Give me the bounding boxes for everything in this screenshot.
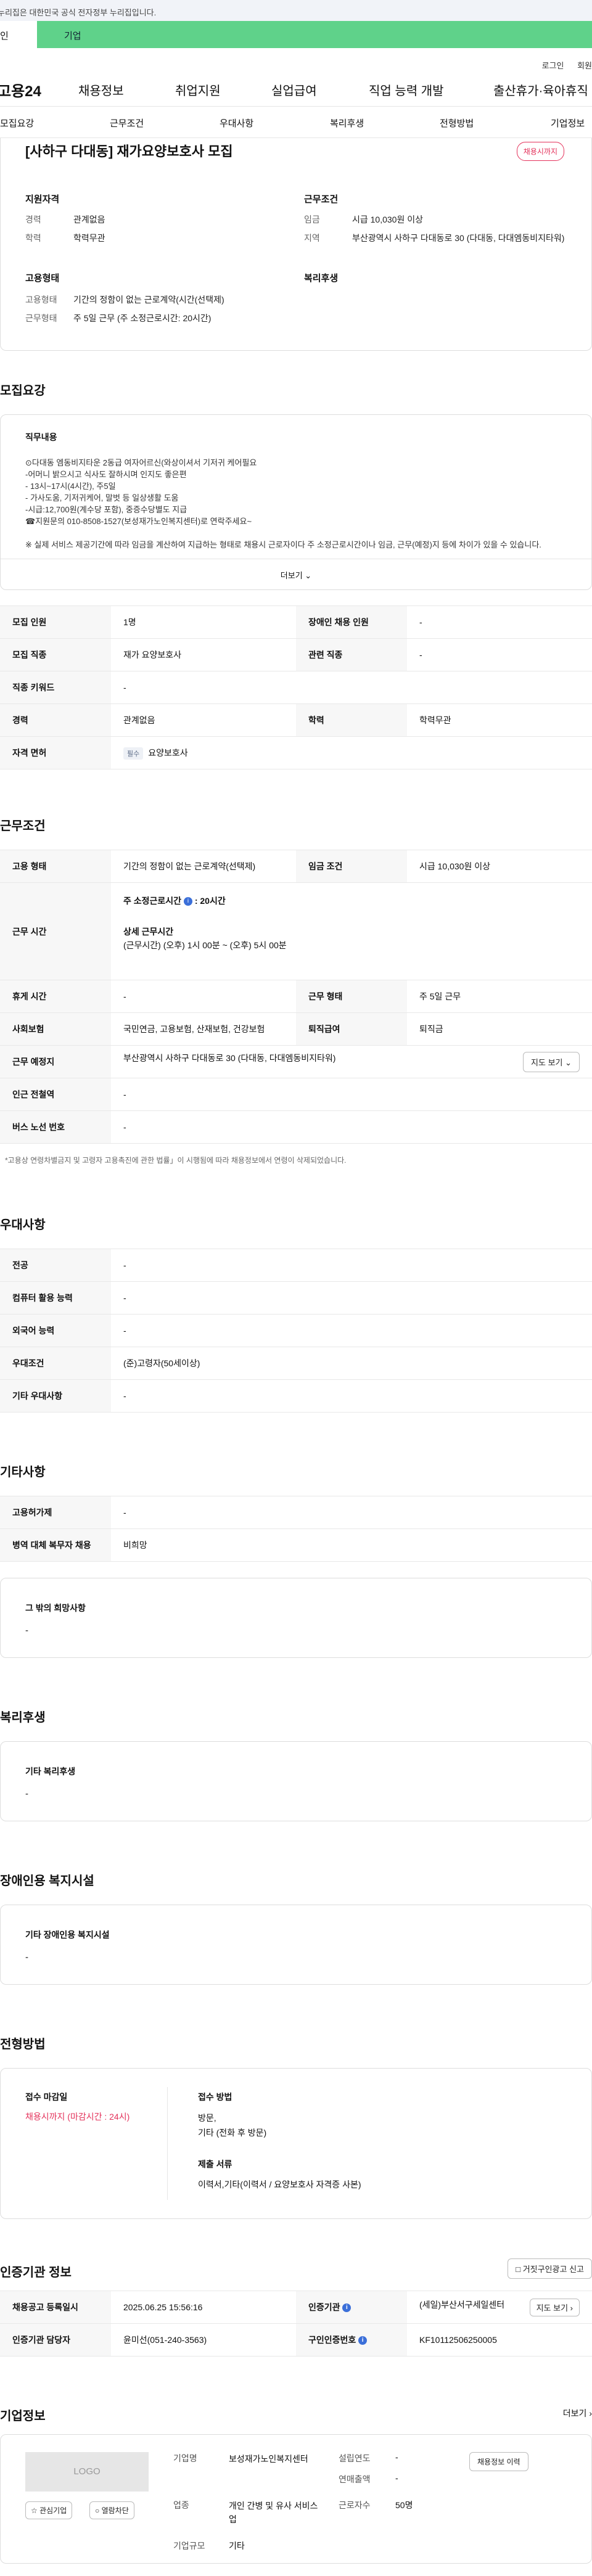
login-link[interactable]: 로그인	[542, 61, 564, 70]
user-type-tabs: 인 기업	[0, 21, 592, 48]
table-row: 기타 우대사항 -	[0, 1379, 592, 1413]
gov-notice-strip: 누리집은 대한민국 공식 전자정부 누리집입니다.	[0, 0, 592, 21]
selection-card: 접수 마감일 채용시까지 (마감시간 : 24시) 접수 방법 방문, 기타 (전…	[0, 2068, 592, 2219]
duty-content: ⊙다대동 엠동비지타운 2동급 여자어르신(와상이셔서 기저귀 케어필요 -어머…	[25, 458, 541, 549]
map-button[interactable]: 지도 보기 ⌄	[523, 1051, 580, 1072]
job-summary-card: [사하구 다대동] 재가요양보호사 모집 채용시까지 지원자격 경력 관계없음 학…	[0, 138, 592, 351]
gnb-item-unemployment[interactable]: 실업급여	[271, 81, 317, 99]
recruit-section-title: 모집요강	[0, 384, 46, 398]
report-button[interactable]: □ 거짓구인광고 신고	[508, 2258, 592, 2279]
gnb-item-parental-leave[interactable]: 출산휴가·육아휴직	[493, 81, 588, 99]
info-icon[interactable]: i	[342, 2303, 352, 2313]
disabled-card: 기타 장애인용 복지시설 -	[0, 1905, 592, 1985]
recruit-table: 모집 인원 1명 장애인 채용 인원 - 모집 직종 재가 요양보호사 관련 직종 - 직종…	[0, 605, 592, 769]
tab-company[interactable]: 기업	[37, 21, 592, 48]
global-nav: 고용24 채용정보 취업지원 실업급여 직업 능력 개발 출산휴가·육아휴직	[0, 72, 592, 106]
required-tag: 필수	[123, 747, 144, 760]
qual-title: 지원자격	[25, 194, 60, 205]
table-row: 버스 노선 번호 -	[0, 1110, 592, 1144]
company-logo: LOGO	[25, 2452, 149, 2492]
table-row: 자격 면허 필수 요양보호사	[0, 736, 592, 769]
pref-table: 전공 - 컴퓨터 활용 능력 - 외국어 능력 - 우대조건 (준)고령자(50세이상)…	[0, 1249, 592, 1413]
pref-section-title: 우대사항	[0, 1218, 46, 1232]
table-row: 인증기관 담당자 윤미선(051-240-3563) 구인인증번호 i KF10112…	[0, 2323, 592, 2357]
table-row: 인근 전철역 -	[0, 1078, 592, 1111]
company-section-title: 기업정보	[0, 2410, 46, 2423]
table-row: 외국어 능력 -	[0, 1314, 592, 1347]
welfare-card: 기타 복리후생 -	[0, 1741, 592, 1821]
info-icon[interactable]: i	[358, 2336, 368, 2345]
disabled-section-title: 장애인용 복지시설	[0, 1874, 94, 1888]
cond-title: 근무조건	[304, 194, 339, 205]
job-title: [사하구 다대동] 재가요양보호사 모집	[25, 144, 233, 159]
table-row: 근무 시간 주 소정근로시간 i : 20시간 상세 근무시간 (근무시간) (…	[0, 882, 592, 980]
gov-notice-text: 누리집은 대한민국 공식 전자정부 누리집입니다.	[0, 8, 157, 17]
qual-education: 학력 학력무관	[25, 233, 105, 243]
welfare-section-title: 복리후생	[0, 1711, 46, 1725]
hope-card: 그 밖의 희망사항 -	[0, 1578, 592, 1658]
table-row: 근무 예정지 부산광역시 사하구 다대동로 30 (다대동, 다대엠동비지타워) 지…	[0, 1045, 592, 1078]
cond-region: 지역 부산광역시 사하구 다대동로 30 (다대동, 다대엠동비지타워)	[304, 233, 565, 243]
table-row: 우대조건 (준)고령자(50세이상)	[0, 1347, 592, 1380]
etc-section-title: 기타사항	[0, 1466, 46, 1479]
table-row: 직종 키워드 -	[0, 671, 592, 704]
work-table: 고용 형태 기간의 정함이 없는 근로계약(선택제) 임금 조건 시급 10,030원…	[0, 850, 592, 1144]
table-row: 병역 대체 복무자 채용 비희망	[0, 1528, 592, 1562]
table-row: 고용허가제 -	[0, 1496, 592, 1529]
gnb-item-training[interactable]: 직업 능력 개발	[369, 81, 444, 99]
etc-table: 고용허가제 - 병역 대체 복무자 채용 비희망	[0, 1496, 592, 1562]
agency-section-title: 인증기관 정보	[0, 2266, 72, 2279]
anchor-welfare[interactable]: 복리후생	[330, 117, 364, 129]
table-row: 휴게 시간 - 근무 형태 주 5일 근무	[0, 980, 592, 1013]
anchor-pref[interactable]: 우대사항	[220, 117, 253, 129]
emp-form: 근무형태 주 5일 근무 (주 소정근로시간: 20시간)	[25, 313, 212, 323]
tab-individual[interactable]: 인	[0, 21, 37, 48]
qual-career: 경력 관계없음	[25, 215, 105, 224]
anchor-company[interactable]: 기업정보	[551, 117, 585, 129]
duty-card: 직무내용 ⊙다대동 엠동비지타운 2동급 여자어르신(와상이셔서 기저귀 케어필…	[0, 414, 592, 590]
info-icon[interactable]: i	[183, 897, 192, 906]
table-row: 경력 관계없음 학력 학력무관	[0, 703, 592, 737]
section-anchor-nav: 모집요강 근무조건 우대사항 복리후생 전형방법 기업정보	[0, 106, 592, 138]
cond-wage: 임금 시급 10,030원 이상	[304, 215, 423, 224]
gnb-item-employment-support[interactable]: 취업지원	[175, 81, 221, 99]
utility-links: 로그인 회원	[0, 48, 592, 72]
emp-type: 고용형태 기간의 정함이 없는 근로계약(시간(선택제)	[25, 295, 224, 305]
gnb-item-jobs[interactable]: 채용정보	[78, 81, 124, 99]
block-button[interactable]: ○ 열람차단	[89, 2501, 134, 2519]
company-card: LOGO ☆ 관심기업 ○ 열람차단 기업명 보성재가노인복지센터 업종 개인 …	[0, 2434, 592, 2564]
age-note: *고용상 연령차별금지 및 고령자 고용촉진에 관한 법률」이 시행됨에 따라 …	[5, 1156, 347, 1165]
site-logo[interactable]: 고용24	[0, 79, 41, 100]
table-row: 전공 -	[0, 1249, 592, 1282]
table-row: 채용공고 등록일시 2025.06.25 15:56:16 인증기관 i (세일)부산…	[0, 2291, 592, 2324]
company-more-link[interactable]: 더보기 ›	[563, 2407, 592, 2419]
table-row: 컴퓨터 활용 능력 -	[0, 1281, 592, 1315]
signup-link[interactable]: 회원	[577, 61, 592, 70]
anchor-selection[interactable]: 전형방법	[440, 117, 474, 129]
anchor-work[interactable]: 근무조건	[110, 117, 144, 129]
company-history-button[interactable]: 채용정보 이력	[469, 2452, 528, 2471]
anchor-recruit[interactable]: 모집요강	[0, 117, 34, 129]
more-button[interactable]: 더보기 ⌄	[1, 559, 591, 589]
agency-map-button[interactable]: 지도 보기 ›	[529, 2298, 580, 2316]
table-row: 고용 형태 기간의 정함이 없는 근로계약(선택제) 임금 조건 시급 10,030원…	[0, 850, 592, 883]
deadline-badge: 채용시까지	[516, 142, 564, 161]
favorite-button[interactable]: ☆ 관심기업	[25, 2501, 73, 2519]
table-row: 사회보험 국민연금, 고용보험, 산재보험, 건강보험 퇴직급여 퇴직금	[0, 1012, 592, 1046]
table-row: 모집 인원 1명 장애인 채용 인원 -	[0, 605, 592, 639]
duty-title: 직무내용	[25, 432, 57, 442]
welfare-title: 복리후생	[304, 273, 339, 284]
table-row: 모집 직종 재가 요양보호사 관련 직종 -	[0, 638, 592, 671]
work-section-title: 근무조건	[0, 819, 46, 833]
emp-title: 고용형태	[25, 273, 60, 284]
selection-section-title: 전형방법	[0, 2038, 46, 2051]
agency-table: 채용공고 등록일시 2025.06.25 15:56:16 인증기관 i (세일)부산…	[0, 2291, 592, 2357]
